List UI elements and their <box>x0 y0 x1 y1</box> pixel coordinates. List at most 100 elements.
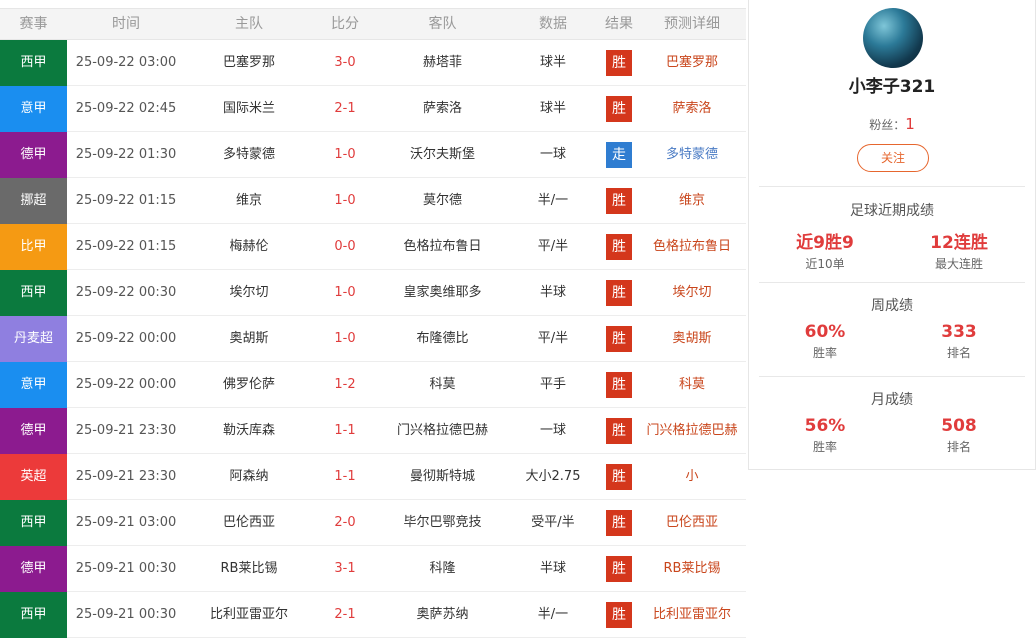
prediction-detail[interactable]: 科莫 <box>640 362 744 408</box>
league-badge[interactable]: 意甲 <box>0 86 67 132</box>
home-team: 佛罗伦萨 <box>222 377 275 392</box>
prediction-detail[interactable]: 小 <box>640 454 744 500</box>
handicap-data: 半/一 <box>537 193 569 208</box>
away-team: 科莫 <box>429 377 456 392</box>
streak-stat-label: 最大连胜 <box>934 257 983 271</box>
handicap-data: 球半 <box>539 101 566 116</box>
home-team: 巴伦西亚 <box>222 515 275 530</box>
divider <box>759 376 1025 377</box>
league-badge[interactable]: 比甲 <box>0 224 67 270</box>
fans-label: 粉丝： <box>869 118 906 132</box>
recent-stat-label: 近10单 <box>805 257 845 271</box>
home-team: 勒沃库森 <box>222 423 275 438</box>
away-team: 门兴格拉德巴赫 <box>396 423 488 438</box>
match-score: 1-1 <box>334 469 356 484</box>
prediction-detail[interactable]: 门兴格拉德巴赫 <box>640 408 744 454</box>
header-result: 结果 <box>605 16 633 32</box>
match-score: 2-1 <box>334 101 356 116</box>
header-league: 赛事 <box>19 16 48 32</box>
prediction-detail[interactable]: 色格拉布鲁日 <box>640 224 744 270</box>
month-record-title: 月成绩 <box>871 392 913 408</box>
divider <box>759 186 1025 187</box>
league-badge[interactable]: 西甲 <box>0 592 67 638</box>
match-time: 25-09-21 00:30 <box>75 561 177 576</box>
username[interactable]: 小李子321 <box>749 72 1035 97</box>
prediction-detail[interactable]: 埃尔切 <box>640 270 744 316</box>
match-time: 25-09-22 03:00 <box>75 55 177 70</box>
follow-button[interactable]: 关注 <box>857 144 929 172</box>
handicap-data: 平手 <box>539 377 566 392</box>
league-badge[interactable]: 西甲 <box>0 500 67 546</box>
away-team: 沃尔夫斯堡 <box>409 147 475 162</box>
match-time: 25-09-21 03:00 <box>75 515 177 530</box>
prediction-detail[interactable]: 多特蒙德 <box>640 132 744 178</box>
prediction-detail[interactable]: 巴伦西亚 <box>640 500 744 546</box>
prediction-detail[interactable]: 萨索洛 <box>640 86 744 132</box>
match-score: 1-1 <box>334 423 356 438</box>
handicap-data: 半/一 <box>537 607 569 622</box>
league-badge[interactable]: 德甲 <box>0 408 67 454</box>
match-score: 1-0 <box>334 285 356 300</box>
result-badge: 胜 <box>606 510 632 536</box>
result-badge: 胜 <box>606 280 632 306</box>
match-time: 25-09-21 00:30 <box>75 607 177 622</box>
match-time: 25-09-22 00:30 <box>75 285 177 300</box>
result-badge: 胜 <box>606 418 632 444</box>
week-win-rate: 60% 胜率 <box>765 322 885 361</box>
expert-profile-panel: 小李子321 粉丝：1 关注 足球近期成绩 近9胜9 近10单 12连胜 最大连… <box>748 0 1036 470</box>
home-team: 比利亚雷亚尔 <box>209 607 288 622</box>
handicap-data: 受平/半 <box>531 515 575 530</box>
prediction-detail[interactable]: 维京 <box>640 178 744 224</box>
handicap-data: 大小2.75 <box>525 469 581 484</box>
streak-stat-value: 12连胜 <box>930 233 988 253</box>
result-badge: 胜 <box>606 602 632 628</box>
league-badge[interactable]: 丹麦超 <box>0 316 67 362</box>
league-badge[interactable]: 西甲 <box>0 270 67 316</box>
result-badge: 胜 <box>606 326 632 352</box>
match-time: 25-09-22 00:00 <box>75 331 177 346</box>
away-team: 赫塔菲 <box>422 55 462 70</box>
table-row: 西甲 25-09-22 03:00 巴塞罗那 3-0 赫塔菲 球半胜巴塞罗那 <box>0 40 746 86</box>
table-row: 丹麦超 25-09-22 00:00 奥胡斯 1-0 布隆德比 平/半胜奥胡斯 <box>0 316 746 362</box>
avatar[interactable] <box>863 8 923 68</box>
match-score: 3-1 <box>334 561 356 576</box>
league-badge[interactable]: 意甲 <box>0 362 67 408</box>
home-team: 国际米兰 <box>222 101 275 116</box>
result-badge: 胜 <box>606 50 632 76</box>
table-row: 比甲 25-09-22 01:15 梅赫伦 0-0 色格拉布鲁日 平/半胜色格拉布鲁日 <box>0 224 746 270</box>
match-score: 1-0 <box>334 147 356 162</box>
header-prediction: 预测详细 <box>664 16 720 32</box>
match-time: 25-09-22 02:45 <box>75 101 177 116</box>
home-team: 埃尔切 <box>229 285 269 300</box>
table-header: 赛事 时间 主队 比分 客队 数据 结果 预测详细 <box>0 8 746 40</box>
prediction-detail[interactable]: 比利亚雷亚尔 <box>640 592 744 638</box>
header-time: 时间 <box>112 16 140 32</box>
away-team: 色格拉布鲁日 <box>403 239 482 254</box>
league-badge[interactable]: 德甲 <box>0 132 67 178</box>
recent-stat-value: 近9胜9 <box>796 233 854 253</box>
match-time: 25-09-22 01:15 <box>75 193 177 208</box>
home-team: 梅赫伦 <box>229 239 269 254</box>
prediction-detail[interactable]: 巴塞罗那 <box>640 40 744 86</box>
league-badge[interactable]: 西甲 <box>0 40 67 86</box>
away-team: 曼彻斯特城 <box>409 469 475 484</box>
week-win-rate-value: 60% <box>804 322 846 342</box>
league-badge[interactable]: 挪超 <box>0 178 67 224</box>
match-time: 25-09-22 01:15 <box>75 239 177 254</box>
prediction-detail[interactable]: 奥胡斯 <box>640 316 744 362</box>
result-badge: 胜 <box>606 188 632 214</box>
result-badge: 胜 <box>606 464 632 490</box>
away-team: 奥萨苏纳 <box>416 607 469 622</box>
table-row: 挪超 25-09-22 01:15 维京 1-0 莫尔德 半/一胜维京 <box>0 178 746 224</box>
league-badge[interactable]: 英超 <box>0 454 67 500</box>
league-badge[interactable]: 德甲 <box>0 546 67 592</box>
handicap-data: 半球 <box>539 285 566 300</box>
recent-record-title: 足球近期成绩 <box>850 203 934 219</box>
home-team: 多特蒙德 <box>222 147 275 162</box>
month-rank: 508 排名 <box>899 416 1019 455</box>
month-win-rate: 56% 胜率 <box>765 416 885 455</box>
match-time: 25-09-21 23:30 <box>75 423 177 438</box>
result-badge: 胜 <box>606 96 632 122</box>
table-row: 意甲 25-09-22 00:00 佛罗伦萨 1-2 科莫 平手胜科莫 <box>0 362 746 408</box>
prediction-detail[interactable]: RB莱比锡 <box>640 546 744 592</box>
